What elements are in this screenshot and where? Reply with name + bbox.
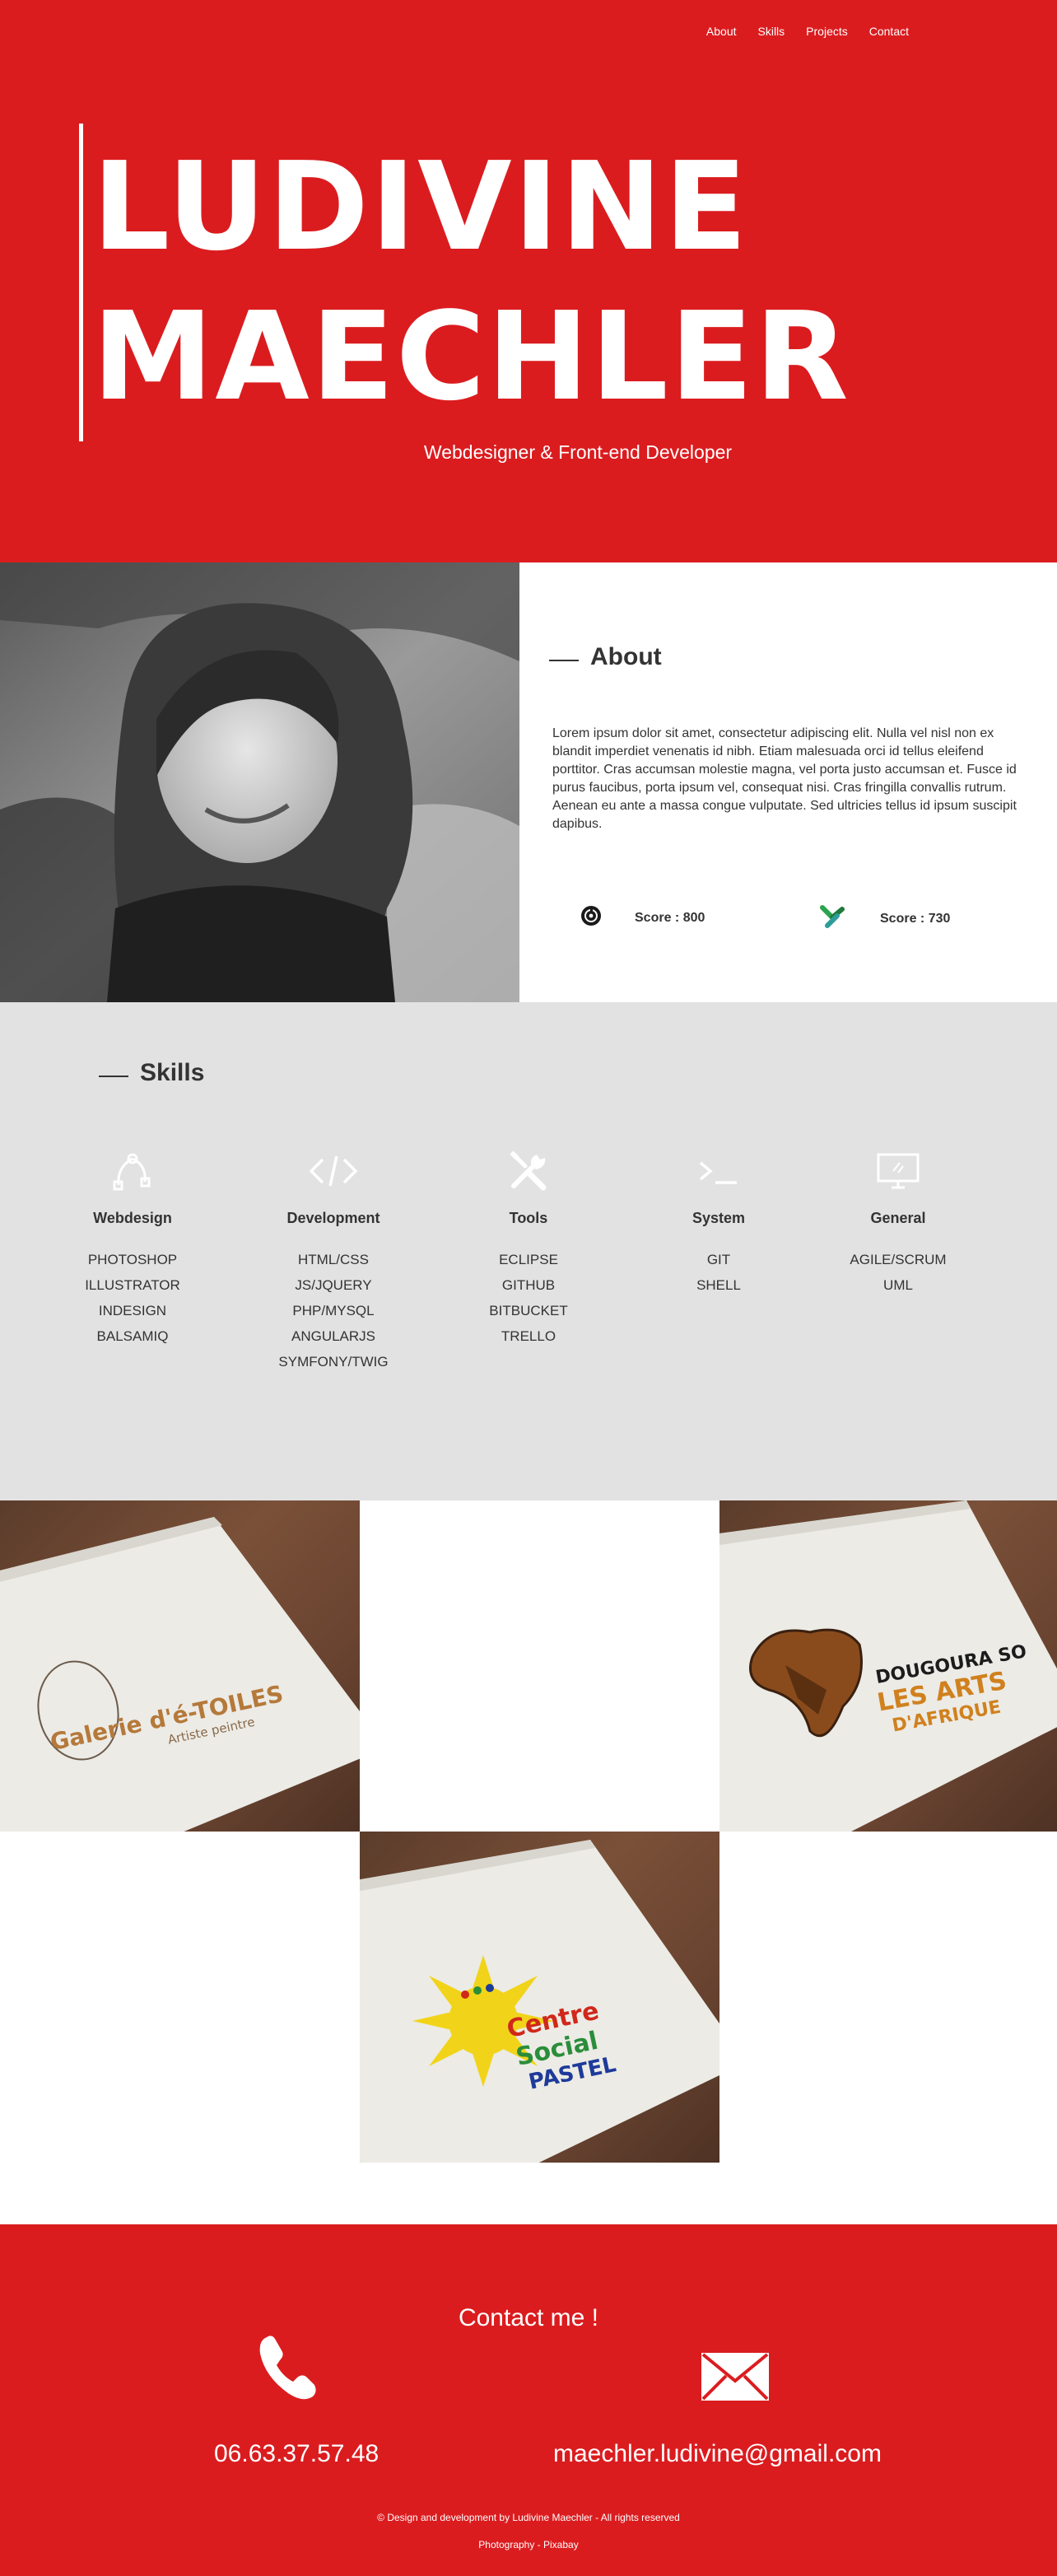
skill-item: UML	[883, 1277, 913, 1293]
skill-item: SHELL	[696, 1277, 741, 1293]
skill-item: ANGULARJS	[291, 1328, 376, 1344]
nav-skills-link[interactable]: Skills	[758, 25, 785, 38]
project-card-pastel[interactable]: Centre Social PASTEL	[360, 1832, 719, 2163]
about-section: About Lorem ipsum dolor sit amet, consec…	[519, 562, 1057, 1002]
skill-list: HTML/CSS JS/JQUERY PHP/MYSQL ANGULARJS S…	[247, 1247, 420, 1374]
skill-name: Webdesign	[93, 1210, 172, 1226]
monitor-icon	[812, 1150, 985, 1192]
hero-accent-bar	[79, 124, 83, 441]
skill-item: JS/JQUERY	[295, 1277, 372, 1293]
portrait-photo	[0, 562, 519, 1002]
nav-contact-link[interactable]: Contact	[869, 25, 909, 38]
skills-title: Skills	[140, 1059, 205, 1086]
hero-name: LUDIVINE MAECHLER	[92, 132, 850, 432]
email-link[interactable]: maechler.ludivine@gmail.com	[553, 2440, 882, 2468]
skill-item: AGILE/SCRUM	[850, 1252, 947, 1267]
skill-list: PHOTOSHOP ILLUSTRATOR INDESIGN BALSAMIQ	[46, 1247, 219, 1349]
about-heading: About	[549, 643, 662, 671]
skill-item: PHP/MYSQL	[292, 1303, 375, 1318]
project-blank	[360, 1500, 719, 1832]
skill-item: GITHUB	[501, 1277, 556, 1293]
skills-heading: Skills	[99, 1059, 204, 1087]
skill-item: PHOTOSHOP	[87, 1252, 178, 1267]
skill-column-webdesign: Webdesign PHOTOSHOP ILLUSTRATOR INDESIGN…	[46, 1150, 219, 1349]
skill-name: General	[870, 1210, 926, 1226]
skill-list: GIT SHELL	[632, 1247, 805, 1298]
codingame-icon	[580, 905, 602, 931]
pen-tool-icon	[46, 1150, 219, 1192]
skill-column-development: Development HTML/CSS JS/JQUERY PHP/MYSQL…	[247, 1150, 420, 1374]
codewars-icon	[819, 904, 847, 933]
project-card-dougoura[interactable]: DOUGOURA SO LES ARTS D'AFRIQUE	[719, 1500, 1057, 1832]
phone-icon	[255, 2332, 321, 2407]
score-codingame[interactable]: Score : 800	[580, 905, 705, 931]
skill-column-system: System GIT SHELL	[632, 1150, 805, 1298]
footer-copyright: © Design and development by Ludivine Mae…	[377, 2512, 680, 2523]
heading-dash	[549, 660, 579, 661]
skill-name: System	[691, 1210, 746, 1226]
terminal-icon	[632, 1150, 805, 1192]
email-icon	[700, 2351, 771, 2406]
about-paragraph: Lorem ipsum dolor sit amet, consectetur …	[552, 726, 1017, 831]
score-codewars-label: Score : 730	[880, 911, 951, 926]
phone-number-link[interactable]: 06.63.37.57.48	[214, 2440, 379, 2468]
skill-item: ECLIPSE	[499, 1252, 558, 1267]
skill-column-general: General AGILE/SCRUM UML	[812, 1150, 985, 1298]
hero-subtitle: Webdesigner & Front-end Developer	[423, 441, 733, 463]
contact-title: Contact me !	[458, 2304, 599, 2331]
nav-about-link[interactable]: About	[706, 25, 737, 38]
skill-item: ILLUSTRATOR	[85, 1277, 180, 1293]
score-codewars[interactable]: Score : 730	[819, 904, 950, 933]
skill-list: ECLIPSE GITHUB BITBUCKET TRELLO	[442, 1247, 615, 1349]
top-nav: About Skills Projects Contact	[706, 25, 909, 38]
skill-item: BITBUCKET	[489, 1303, 568, 1318]
score-codingame-label: Score : 800	[635, 910, 705, 925]
hero-section: About Skills Projects Contact LUDIVINE M…	[0, 0, 1057, 562]
skills-section: Skills Webdesign PHOTOSHOP ILLUSTRATOR I…	[0, 1002, 1057, 1500]
about-title: About	[590, 643, 662, 670]
skill-item: BALSAMIQ	[96, 1328, 169, 1344]
contact-section: Contact me ! 06.63.37.57.48 maechler.lud…	[0, 2224, 1057, 2576]
project-card-galerie[interactable]: Galerie d'é-TOILES Artiste peintre	[0, 1500, 360, 1832]
nav-projects-link[interactable]: Projects	[806, 25, 848, 38]
skill-item: INDESIGN	[98, 1303, 167, 1318]
hero-last-name: MAECHLER	[92, 286, 850, 427]
skill-column-tools: Tools ECLIPSE GITHUB BITBUCKET TRELLO	[442, 1150, 615, 1349]
skill-name: Tools	[509, 1210, 548, 1226]
skill-item: SYMFONY/TWIG	[278, 1354, 389, 1370]
skill-list: AGILE/SCRUM UML	[812, 1247, 985, 1298]
code-icon	[247, 1150, 420, 1192]
skill-item: TRELLO	[501, 1328, 556, 1344]
tools-icon	[442, 1150, 615, 1192]
hero-first-name: LUDIVINE	[92, 136, 749, 278]
footer-credit: Photography - Pixabay	[478, 2539, 579, 2550]
heading-dash	[99, 1076, 128, 1077]
skill-name: Development	[286, 1210, 380, 1226]
skill-item: GIT	[706, 1252, 731, 1267]
skill-item: HTML/CSS	[298, 1252, 369, 1267]
